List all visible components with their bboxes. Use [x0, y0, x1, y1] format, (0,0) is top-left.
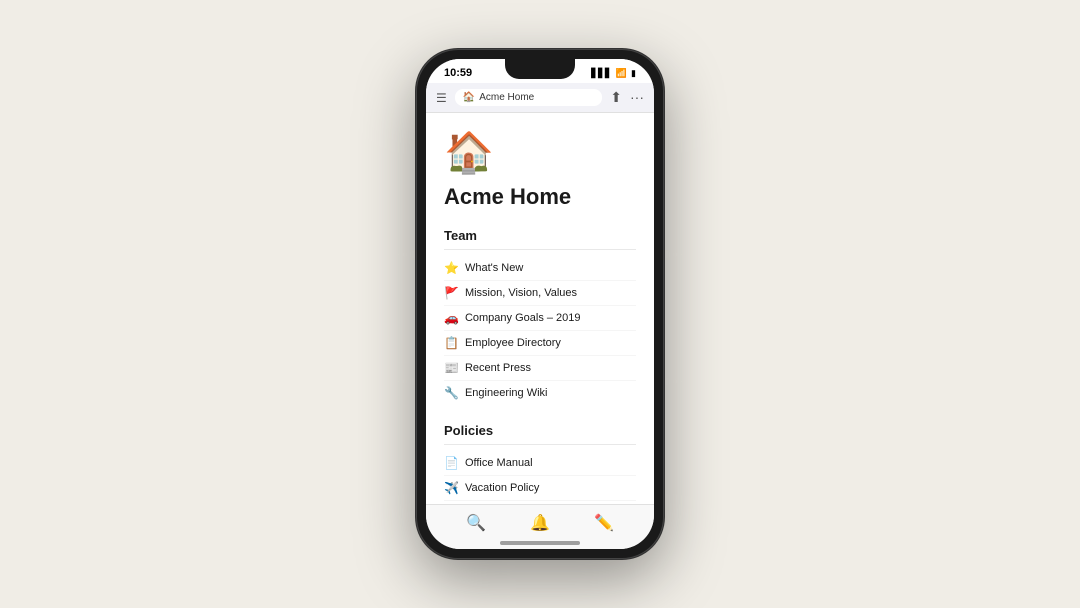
url-text: Acme Home	[479, 92, 534, 103]
item-emoji-icon: ✈️	[444, 481, 459, 495]
status-time: 10:59	[444, 67, 472, 79]
item-label: Mission, Vision, Values	[465, 287, 577, 299]
page-emoji-icon: 🏠	[444, 129, 636, 176]
item-label: Vacation Policy	[465, 482, 539, 494]
list-item[interactable]: 📋 Employee Directory	[444, 331, 636, 356]
home-indicator	[500, 541, 580, 545]
item-emoji-icon: 🚗	[444, 311, 459, 325]
item-label: Recent Press	[465, 362, 531, 374]
policies-list: 📄 Office Manual ✈️ Vacation Policy 😊 Req…	[444, 451, 636, 504]
page-title: Acme Home	[444, 184, 636, 210]
edit-icon: ✏️	[594, 513, 614, 533]
list-item[interactable]: 📰 Recent Press	[444, 356, 636, 381]
list-item[interactable]: ✈️ Vacation Policy	[444, 476, 636, 501]
section-header-policies: Policies	[444, 423, 636, 445]
list-item[interactable]: ⭐ What's New	[444, 256, 636, 281]
search-icon: 🔍	[466, 513, 486, 533]
list-item[interactable]: 🔧 Engineering Wiki	[444, 381, 636, 405]
section-header-team: Team	[444, 228, 636, 250]
item-label: Engineering Wiki	[465, 387, 548, 399]
wifi-icon: 📶	[616, 68, 627, 79]
item-emoji-icon: 📋	[444, 336, 459, 350]
url-favicon: 🏠	[463, 92, 475, 103]
item-label: What's New	[465, 262, 523, 274]
item-emoji-icon: 📄	[444, 456, 459, 470]
browser-bar: ☰ 🏠 Acme Home ⬆ ···	[426, 83, 654, 113]
bell-icon: 🔔	[530, 513, 550, 533]
hamburger-icon[interactable]: ☰	[436, 91, 447, 105]
signal-icon: ▋▋▋	[591, 68, 612, 79]
phone-notch	[505, 59, 575, 79]
item-label: Employee Directory	[465, 337, 561, 349]
page-content: 🏠 Acme Home Team ⭐ What's New 🚩 Mission,…	[426, 113, 654, 504]
share-icon[interactable]: ⬆	[610, 89, 622, 106]
tab-search[interactable]: 🔍	[466, 513, 486, 533]
item-label: Office Manual	[465, 457, 533, 469]
list-item[interactable]: 🚩 Mission, Vision, Values	[444, 281, 636, 306]
phone-device: 10:59 ▋▋▋ 📶 ▮ ☰ 🏠 Acme Home ⬆ ··· 🏠 Acme…	[416, 49, 664, 559]
item-emoji-icon: 🔧	[444, 386, 459, 400]
browser-actions: ⬆ ···	[610, 89, 644, 106]
battery-icon: ▮	[631, 68, 636, 79]
browser-url-bar[interactable]: 🏠 Acme Home	[455, 89, 603, 106]
team-list: ⭐ What's New 🚩 Mission, Vision, Values 🚗…	[444, 256, 636, 405]
item-emoji-icon: 📰	[444, 361, 459, 375]
tab-notifications[interactable]: 🔔	[530, 513, 550, 533]
more-icon[interactable]: ···	[630, 89, 644, 106]
status-icons: ▋▋▋ 📶 ▮	[591, 68, 636, 79]
item-emoji-icon: ⭐	[444, 261, 459, 275]
tab-compose[interactable]: ✏️	[594, 513, 614, 533]
item-emoji-icon: 🚩	[444, 286, 459, 300]
list-item[interactable]: 📄 Office Manual	[444, 451, 636, 476]
phone-screen: 10:59 ▋▋▋ 📶 ▮ ☰ 🏠 Acme Home ⬆ ··· 🏠 Acme…	[426, 59, 654, 549]
item-label: Company Goals – 2019	[465, 312, 581, 324]
list-item[interactable]: 🚗 Company Goals – 2019	[444, 306, 636, 331]
